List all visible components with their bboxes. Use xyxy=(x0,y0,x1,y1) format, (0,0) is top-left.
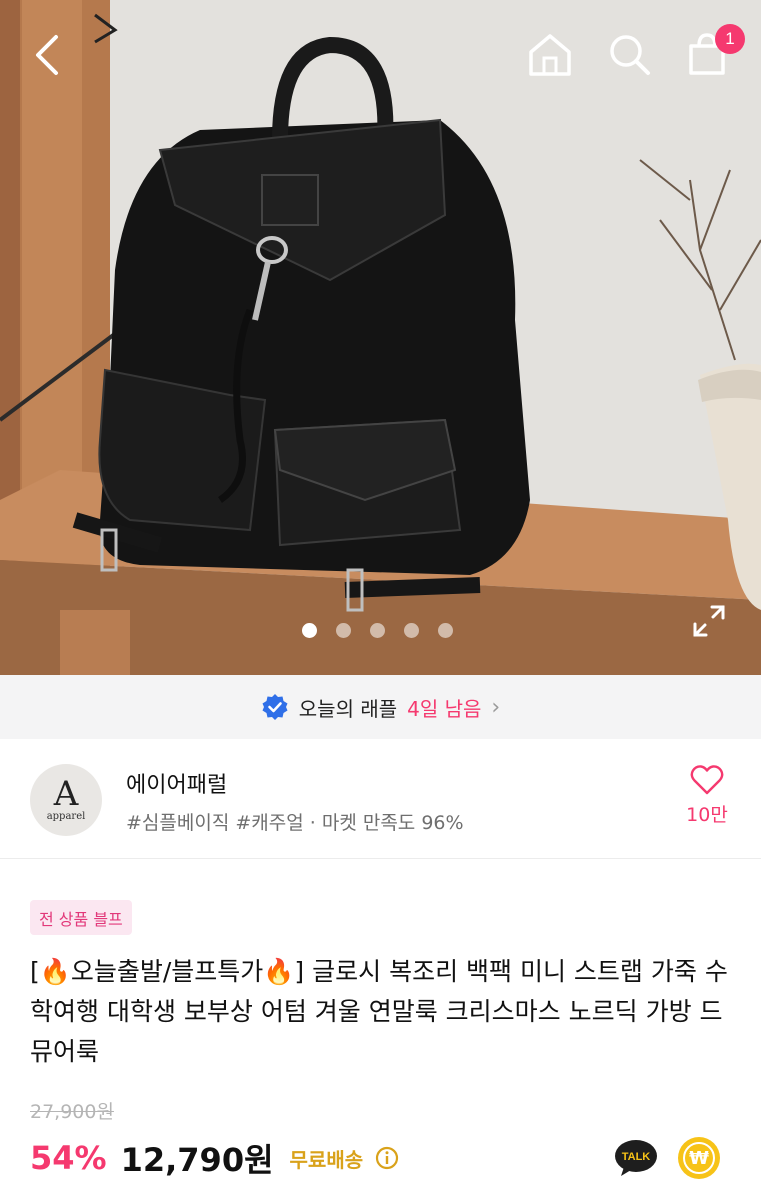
store-info[interactable]: A apparel 에이어패럴 #심플베이직 #캐주얼 · 마켓 만족도 96%… xyxy=(0,739,761,859)
product-image-gallery[interactable]: 1 xyxy=(0,0,761,675)
verified-badge-icon xyxy=(262,694,288,720)
kakao-talk-button[interactable]: TALK xyxy=(614,1138,658,1178)
chevron-right-icon: › xyxy=(491,694,501,720)
shipping-label: 무료배송 xyxy=(289,1147,364,1172)
store-like-button[interactable]: 10만 xyxy=(680,764,734,827)
original-price: 27,900원 xyxy=(30,1101,114,1123)
back-icon xyxy=(36,35,58,75)
search-button[interactable] xyxy=(603,28,655,80)
store-logo[interactable]: A apparel xyxy=(30,764,102,836)
pagination-dot[interactable] xyxy=(336,623,351,638)
price-row: 54% 12,790원 무료배송 xyxy=(30,1135,399,1181)
discount-rate: 54% xyxy=(30,1139,107,1177)
talk-label: TALK xyxy=(622,1151,651,1163)
store-tags: #심플베이직 #캐주얼 · 마켓 만족도 96% xyxy=(126,812,464,834)
pagination-dot[interactable] xyxy=(438,623,453,638)
pagination-dot[interactable] xyxy=(302,623,317,638)
home-button[interactable] xyxy=(524,28,576,80)
pagination-dot[interactable] xyxy=(404,623,419,638)
raffle-label: 오늘의 래플 xyxy=(298,696,398,721)
raffle-banner[interactable]: 오늘의 래플 4일 남음 › xyxy=(0,675,761,739)
search-icon xyxy=(610,35,650,75)
sale-price: 12,790원 xyxy=(120,1141,274,1179)
store-logo-letter: A xyxy=(53,774,79,814)
image-pagination[interactable] xyxy=(302,623,453,638)
won-icon: ₩ xyxy=(683,1142,715,1174)
fullscreen-button[interactable] xyxy=(688,600,730,642)
pagination-dot[interactable] xyxy=(370,623,385,638)
raffle-days-left: 4일 남음 xyxy=(407,696,482,721)
home-icon xyxy=(529,34,571,76)
store-logo-sub: apparel xyxy=(46,811,86,822)
product-title: [🔥오늘출발/블프특가🔥] 글로시 복조리 백팩 미니 스트랩 가죽 수학여행 … xyxy=(30,957,728,1066)
back-button[interactable] xyxy=(22,30,72,80)
promo-badge: 전 상품 블프 xyxy=(30,900,132,935)
cart-count-badge: 1 xyxy=(715,24,745,54)
heart-icon xyxy=(690,765,724,795)
store-like-count: 10만 xyxy=(686,804,728,826)
talk-icon: TALK xyxy=(615,1140,657,1176)
payment-button[interactable]: ₩ xyxy=(678,1137,720,1179)
info-icon[interactable] xyxy=(375,1146,399,1170)
expand-icon xyxy=(693,605,725,637)
store-name[interactable]: 에이어패럴 xyxy=(126,767,227,799)
